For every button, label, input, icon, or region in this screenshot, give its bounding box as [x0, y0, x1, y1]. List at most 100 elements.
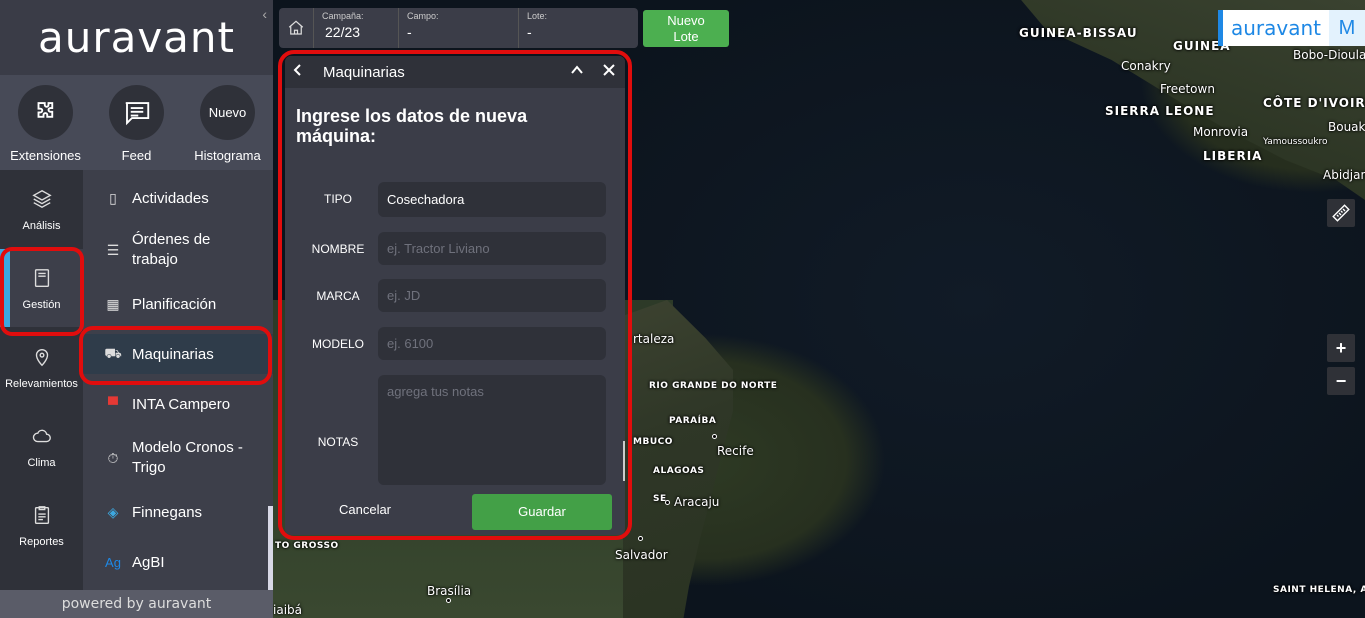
map-label: SAINT HELENA, ASCENSION AND TRISTAN DA C… — [1273, 585, 1365, 595]
menu-item-planificacion[interactable]: ▦ Planificación — [83, 286, 273, 322]
menu-item-ordenes-de-trabajo[interactable]: ☰ Órdenes de trabajo — [83, 226, 273, 274]
rail-item-gestion[interactable]: Gestión — [0, 249, 83, 327]
campana-value: 22/23 — [325, 24, 361, 40]
menu-item-finnegans[interactable]: ◈ Finnegans — [83, 494, 273, 530]
chevron-up-icon — [571, 64, 583, 74]
map-marker — [638, 536, 643, 541]
map-pin-icon — [35, 349, 48, 367]
map-label: Bouak — [1328, 120, 1365, 134]
dialog-title: Ingrese los datos de nueva máquina: — [296, 106, 528, 146]
menu-item-label: Actividades — [132, 189, 209, 207]
field-label: MARCA — [316, 289, 360, 303]
menu-item-agbi[interactable]: Ag AgBI — [83, 544, 273, 580]
field-label: TIPO — [323, 192, 352, 206]
map-label: Salvador — [615, 548, 668, 562]
rail-item-label: Clima — [27, 457, 56, 469]
field-label: MODELO — [311, 337, 364, 351]
menu-item-actividades[interactable]: ▯ Actividades — [83, 180, 273, 216]
report-icon — [34, 506, 49, 524]
campana-selector[interactable]: Campaña: 22/23 — [314, 8, 399, 48]
layers-icon — [31, 189, 52, 209]
campo-label: Campo: — [407, 11, 439, 21]
ruler-icon — [1332, 204, 1350, 222]
collapse-dialog-button[interactable] — [561, 62, 593, 83]
menu-item-maquinarias[interactable]: ⛟ Maquinarias — [83, 334, 273, 374]
auravant-brand-button[interactable]: auravant — [1218, 10, 1329, 46]
nombre-input[interactable] — [378, 232, 606, 265]
rail-item-label: Relevamientos — [5, 378, 78, 390]
calendar-icon: ▦ — [106, 295, 120, 312]
menu-item-inta-campero[interactable]: ▀ INTA Campero — [83, 386, 273, 422]
dialog-scrollbar[interactable] — [623, 441, 625, 481]
powered-by: powered by auravant — [0, 590, 273, 618]
rail-item-label: Gestión — [22, 299, 61, 311]
rail-item-label: Análisis — [22, 220, 61, 232]
map-marker — [712, 434, 717, 439]
home-button[interactable] — [279, 8, 314, 48]
back-button[interactable] — [291, 63, 315, 82]
inta-logo-icon: ▀ — [108, 396, 118, 412]
map-label: Aracaju — [674, 495, 720, 509]
dialog-header: Maquinarias — [285, 56, 625, 88]
quick-action-label: Histograma — [194, 148, 261, 163]
map-marker — [446, 598, 451, 603]
menu-scrollbar[interactable] — [268, 506, 273, 590]
list-icon: ☰ — [106, 241, 120, 258]
nuevo-lote-button[interactable]: Nuevo Lote — [643, 10, 729, 47]
tipo-input[interactable] — [378, 182, 606, 217]
nuevo-badge: Nuevo — [200, 85, 255, 140]
save-button[interactable]: Guardar — [472, 494, 612, 530]
map-label: Recife — [717, 444, 754, 458]
cronos-icon: ⏱ — [107, 449, 119, 466]
zoom-out-button[interactable]: − — [1327, 367, 1355, 395]
quick-action-extensiones[interactable]: Extensiones — [1, 75, 91, 170]
campana-label: Campaña: — [322, 11, 364, 21]
map-label: Conakry — [1121, 59, 1171, 73]
rail-item-label: Reportes — [19, 536, 64, 548]
sidebar: auravant ‹ Extensiones Feed Nuevo Histog… — [0, 0, 273, 618]
user-avatar[interactable]: M — [1329, 10, 1365, 46]
menu-item-label: AgBI — [132, 553, 165, 571]
map-label: PARAÍBA — [669, 416, 717, 426]
auravant-logo: auravant — [37, 13, 236, 62]
new-machine-dialog: Maquinarias Ingrese los datos de nueva m… — [285, 56, 625, 535]
map-marker — [665, 500, 670, 505]
map-label: Freetown — [1160, 82, 1215, 96]
menu-item-label: Planificación — [132, 295, 217, 313]
dialog-header-title: Maquinarias — [323, 63, 405, 81]
ruler-button[interactable] — [1327, 199, 1355, 227]
rail-item-reportes[interactable]: Reportes — [0, 486, 83, 564]
map-land-brazil-coast — [623, 300, 733, 618]
lote-label: Lote: — [527, 11, 548, 21]
map-label: rtaleza — [633, 332, 675, 346]
map-label: RIO GRANDE DO NORTE — [649, 381, 778, 391]
map-label: Abidjan — [1323, 168, 1365, 182]
modelo-input[interactable] — [378, 327, 606, 360]
lote-value: - — [527, 24, 532, 40]
cancel-button[interactable]: Cancelar — [305, 502, 425, 517]
collapse-sidebar-button[interactable]: ‹ — [262, 6, 267, 22]
rail-item-analisis[interactable]: Análisis — [0, 170, 83, 248]
menu-item-label: Finnegans — [132, 503, 203, 521]
map-label: iaibá — [273, 603, 302, 617]
rail-item-clima[interactable]: Clima — [0, 407, 83, 485]
map-label: Monrovia — [1193, 125, 1249, 139]
menu-item-modelo-cronos-trigo[interactable]: ⏱ Modelo Cronos - Trigo — [83, 434, 273, 482]
map-label: Bobo-Dioulass — [1293, 48, 1365, 62]
quick-action-feed[interactable]: Feed — [92, 75, 182, 170]
puzzle-icon — [37, 101, 53, 118]
map-label: Brasília — [427, 584, 472, 598]
zoom-in-button[interactable]: + — [1327, 334, 1355, 362]
notas-textarea[interactable] — [378, 375, 606, 485]
marca-input[interactable] — [378, 279, 606, 312]
quick-action-histograma[interactable]: Nuevo Histograma — [183, 75, 273, 170]
map-label: MBUCO — [633, 437, 673, 447]
rail-item-relevamientos[interactable]: Relevamientos — [0, 328, 83, 406]
chat-icon — [125, 101, 149, 125]
close-icon — [603, 63, 615, 76]
chevron-left-icon — [293, 63, 301, 76]
cloud-icon — [32, 429, 51, 443]
close-dialog-button[interactable] — [593, 62, 625, 83]
lote-selector[interactable]: Lote: - — [519, 8, 638, 48]
campo-selector[interactable]: Campo: - — [399, 8, 519, 48]
